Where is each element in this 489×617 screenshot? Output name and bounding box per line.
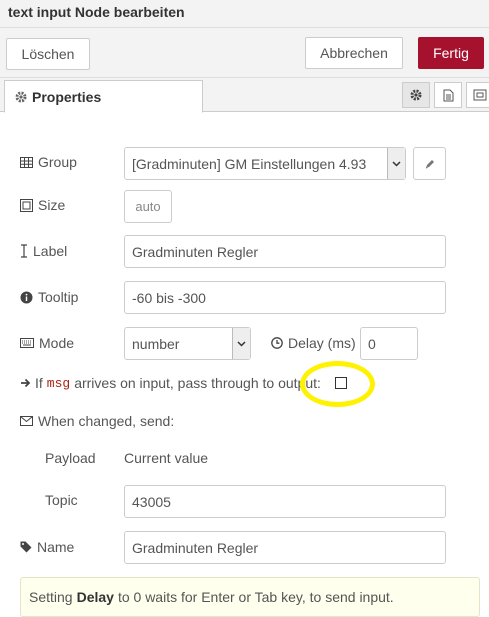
passthrough-prefix: If bbox=[35, 375, 43, 391]
delay-label: Delay (ms) bbox=[288, 335, 356, 351]
chevron-down-icon bbox=[232, 328, 250, 359]
resize-icon bbox=[20, 198, 33, 212]
tooltip-row-label: Tooltip bbox=[20, 287, 78, 307]
tip-box: Setting Delay to 0 waits for Enter or Ta… bbox=[20, 577, 480, 617]
tip-bold: Delay bbox=[76, 589, 114, 605]
name-input[interactable]: Gradminuten Regler bbox=[124, 531, 446, 564]
dialog-title: text input Node bearbeiten bbox=[0, 0, 489, 28]
label-row-label: Label bbox=[20, 241, 67, 261]
when-changed-label: When changed, send: bbox=[38, 413, 175, 429]
pencil-icon bbox=[424, 158, 436, 170]
dialog-toolbar: Löschen Abbrechen Fertig bbox=[0, 28, 489, 78]
tab-bar: Properties bbox=[0, 78, 489, 113]
tab-properties-label: Properties bbox=[32, 88, 102, 105]
when-changed-row: When changed, send: bbox=[20, 411, 174, 431]
delay-row-label: Delay (ms) bbox=[271, 333, 356, 353]
highlight-annotation bbox=[300, 361, 375, 407]
mode-row-label: Mode bbox=[20, 333, 74, 353]
topic-label: Topic bbox=[45, 492, 78, 508]
delete-button[interactable]: Löschen bbox=[6, 38, 90, 70]
text-cursor-icon bbox=[20, 244, 28, 258]
mode-select-value: number bbox=[132, 335, 180, 352]
keyboard-icon bbox=[20, 338, 34, 348]
document-icon bbox=[443, 89, 454, 102]
name-label: Name bbox=[37, 539, 75, 555]
size-label: Size bbox=[38, 197, 66, 213]
label-label: Label bbox=[33, 243, 68, 259]
chevron-down-icon bbox=[387, 148, 405, 179]
topic-input[interactable]: 43005 bbox=[124, 485, 446, 518]
tooltip-label: Tooltip bbox=[38, 289, 79, 305]
clock-icon bbox=[271, 337, 283, 349]
payload-value: Current value bbox=[124, 450, 209, 466]
group-select-value: [Gradminuten] GM Einstellungen 4.93 bbox=[132, 155, 367, 172]
info-icon bbox=[20, 291, 33, 304]
mode-label: Mode bbox=[39, 335, 75, 351]
delay-input[interactable]: 0 bbox=[360, 327, 418, 360]
tab-settings-gear[interactable] bbox=[402, 82, 430, 108]
name-row-label: Name bbox=[20, 537, 74, 557]
size-button[interactable]: auto bbox=[124, 190, 172, 223]
mode-select[interactable]: number bbox=[124, 327, 251, 360]
tooltip-input[interactable]: -60 bis -300 bbox=[124, 281, 446, 314]
payload-label: Payload bbox=[45, 450, 96, 466]
arrow-right-icon bbox=[20, 378, 31, 388]
passthrough-row: If msg arrives on input, pass through to… bbox=[20, 373, 321, 393]
edit-group-button[interactable] bbox=[413, 147, 446, 180]
tip-prefix: Setting bbox=[29, 589, 73, 605]
gear-icon bbox=[15, 91, 27, 103]
group-label: Group bbox=[38, 154, 77, 170]
size-row-label: Size bbox=[20, 195, 65, 215]
frame-icon bbox=[473, 89, 487, 101]
table-icon bbox=[20, 156, 33, 168]
group-row-label: Group bbox=[20, 152, 77, 172]
tab-properties[interactable]: Properties bbox=[4, 80, 203, 113]
gear-icon bbox=[410, 89, 422, 101]
passthrough-suffix: arrives on input, pass through to output… bbox=[74, 375, 321, 391]
envelope-icon bbox=[20, 416, 33, 426]
tip-suffix: to 0 waits for Enter or Tab key, to send… bbox=[117, 589, 394, 605]
passthrough-msg-code: msg bbox=[46, 375, 71, 391]
done-button[interactable]: Fertig bbox=[418, 37, 484, 69]
group-select[interactable]: [Gradminuten] GM Einstellungen 4.93 bbox=[124, 147, 406, 180]
cancel-button[interactable]: Abbrechen bbox=[305, 37, 403, 69]
label-input[interactable]: Gradminuten Regler bbox=[124, 235, 446, 268]
tab-appearance[interactable] bbox=[466, 82, 489, 108]
tag-icon bbox=[20, 541, 32, 553]
tab-description[interactable] bbox=[434, 82, 462, 108]
